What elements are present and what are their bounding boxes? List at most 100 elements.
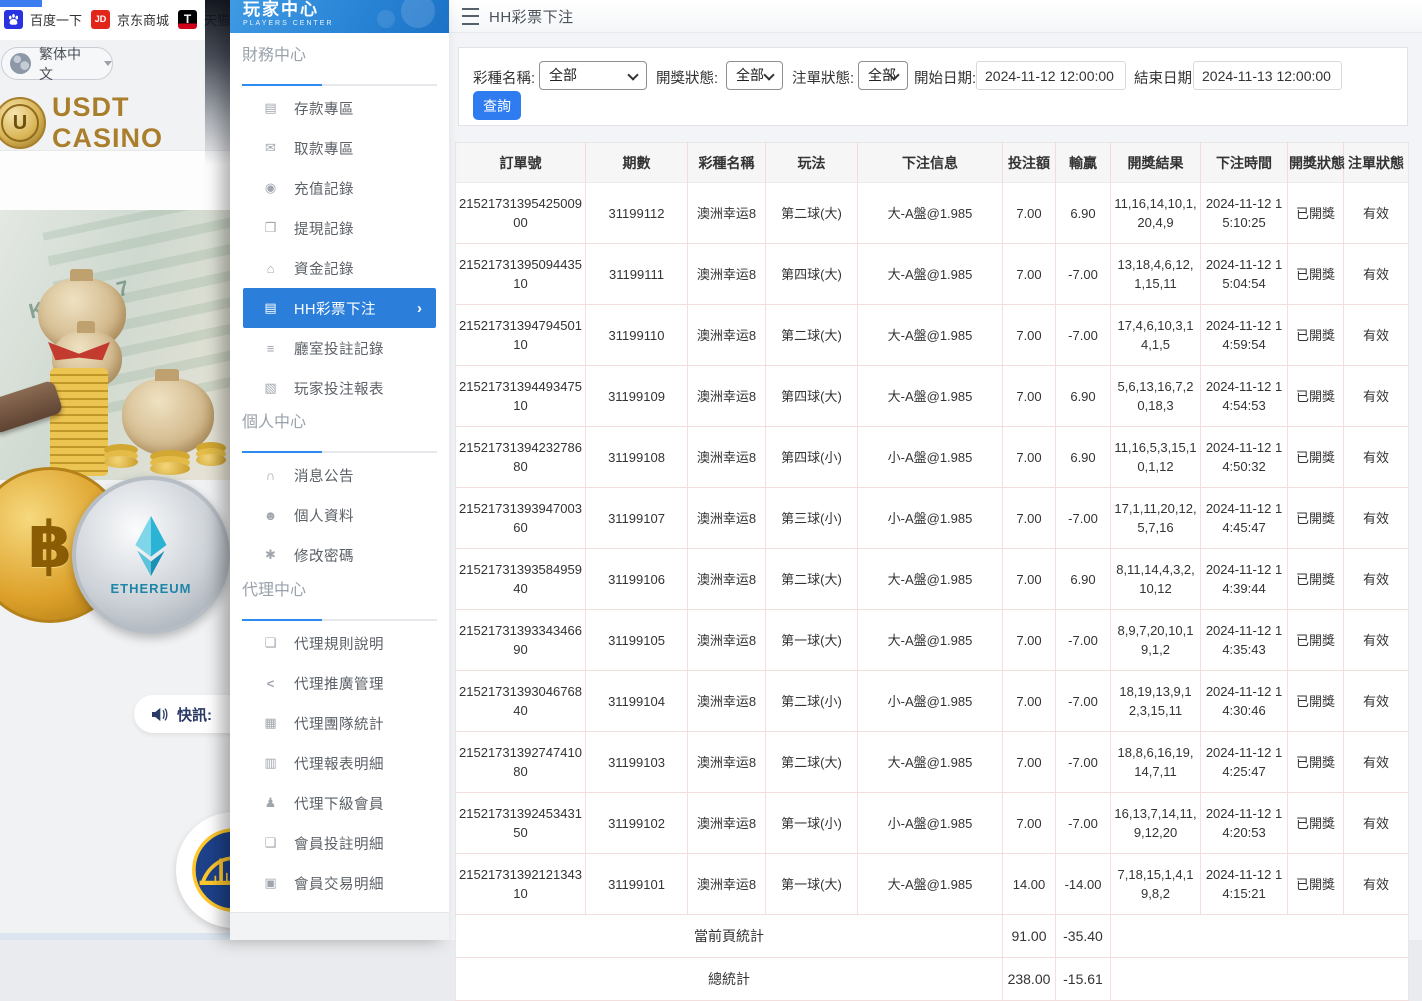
cell-draw-result: 8,9,7,20,10,19,1,2 bbox=[1111, 610, 1201, 671]
summary-amount: 91.00 bbox=[1003, 915, 1056, 958]
cell-bet-info: 大-A盤@1.985 bbox=[858, 366, 1003, 427]
cell-bet-amount: 7.00 bbox=[1003, 549, 1056, 610]
language-selector[interactable]: 繁体中文 bbox=[1, 47, 113, 80]
agent-report-icon bbox=[262, 755, 279, 771]
cell-bet-amount: 7.00 bbox=[1003, 305, 1056, 366]
order-status-label: 注單狀態: bbox=[792, 67, 854, 88]
summary-empty bbox=[1111, 915, 1409, 958]
section-divider bbox=[242, 451, 437, 453]
column-header: 下注時間 bbox=[1201, 143, 1288, 183]
cell-period: 31199101 bbox=[586, 854, 688, 915]
sidebar-menu-item[interactable]: 代理推廣管理 bbox=[243, 663, 436, 703]
sidebar-menu-item[interactable]: 會員交易明細 bbox=[243, 863, 436, 903]
cell-period: 31199102 bbox=[586, 793, 688, 854]
sidebar-menu-item[interactable]: 代理規則說明 bbox=[243, 623, 436, 663]
table-header-row: 訂單號期數彩種名稱玩法下注信息投注額輸贏開獎結果下注時間開獎狀態注單狀態 bbox=[456, 143, 1409, 183]
sidebar-menu-item[interactable]: 廳室投註記錄 bbox=[243, 328, 436, 368]
sidebar-menu-item[interactable]: 取款專區 bbox=[243, 128, 436, 168]
bet-record-row: 2152173139212134310 31199101 澳洲幸运8 第一球(大… bbox=[456, 854, 1409, 915]
cell-bet-time: 2024-11-12 14:30:46 bbox=[1201, 671, 1288, 732]
cell-win-loss: -14.00 bbox=[1056, 854, 1111, 915]
sidebar-menu-item[interactable]: 資金記錄 bbox=[243, 248, 436, 288]
query-button[interactable]: 查詢 bbox=[473, 91, 521, 120]
bookmark-label: 京东商城 bbox=[117, 10, 169, 29]
cell-bet-info: 大-A盤@1.985 bbox=[858, 854, 1003, 915]
cell-period: 31199104 bbox=[586, 671, 688, 732]
menu-item-label: 個人資料 bbox=[294, 505, 354, 526]
lottery-name-label: 彩種名稱: bbox=[473, 67, 535, 88]
usdt-coin-icon: U bbox=[0, 97, 46, 149]
cell-play-type: 第四球(小) bbox=[766, 427, 858, 488]
menu-item-label: 代理推廣管理 bbox=[294, 673, 384, 694]
withdraw-icon bbox=[262, 140, 279, 156]
sidebar-menu-item[interactable]: 個人資料 bbox=[243, 495, 436, 535]
cell-win-loss: 6.90 bbox=[1056, 366, 1111, 427]
sidebar-menu-item[interactable]: 充值記錄 bbox=[243, 168, 436, 208]
sidebar-menu-item[interactable]: 代理報表明細 bbox=[243, 743, 436, 783]
sidebar-menu-item[interactable]: 存款專區 bbox=[243, 88, 436, 128]
cell-order-no: 2152173139449347510 bbox=[456, 366, 586, 427]
money-bag-decoration bbox=[122, 378, 214, 456]
cell-draw-result: 5,6,13,16,7,20,18,3 bbox=[1111, 366, 1201, 427]
start-date-input[interactable] bbox=[976, 61, 1126, 90]
draw-status-select[interactable]: 全部 bbox=[726, 61, 783, 90]
sidebar-header: 玩家中心 PLAYERS CENTER bbox=[230, 0, 449, 33]
column-header: 彩種名稱 bbox=[688, 143, 766, 183]
cell-bet-info: 大-A盤@1.985 bbox=[858, 610, 1003, 671]
member-trade-icon bbox=[262, 875, 279, 891]
sidebar-menu-item[interactable]: 消息公告 bbox=[243, 455, 436, 495]
sidebar-menu-item[interactable]: 代理團隊統計 bbox=[243, 703, 436, 743]
cell-bet-info: 小-A盤@1.985 bbox=[858, 488, 1003, 549]
cell-bet-time: 2024-11-12 14:35:43 bbox=[1201, 610, 1288, 671]
menu-item-label: 玩家投注報表 bbox=[294, 378, 384, 399]
content-topbar: HH彩票下注 bbox=[449, 0, 1422, 33]
site-logo: U USDT CASINO bbox=[0, 95, 230, 151]
sidebar-section-personal: 個人中心 消息公告 個人資料 修改密碼 bbox=[230, 412, 449, 575]
sidebar-menu-item[interactable]: 會員投註明細 bbox=[243, 823, 436, 863]
sidebar-menu-item[interactable]: 修改密碼 bbox=[243, 535, 436, 575]
lottery-name-select[interactable]: 全部 bbox=[539, 61, 647, 90]
total-summary-row: 總統計 238.00 -15.61 bbox=[456, 958, 1409, 1001]
gold-coins-decoration bbox=[150, 462, 190, 475]
cell-bet-amount: 7.00 bbox=[1003, 427, 1056, 488]
start-date-label: 開始日期: bbox=[914, 67, 976, 88]
end-date-input[interactable] bbox=[1193, 61, 1342, 90]
hamburger-menu-icon[interactable] bbox=[462, 8, 479, 25]
cell-bet-info: 大-A盤@1.985 bbox=[858, 244, 1003, 305]
bookmark-baidu[interactable]: 百度一下 bbox=[4, 10, 82, 29]
brand-name: USDT CASINO bbox=[52, 92, 230, 154]
section-divider bbox=[242, 84, 437, 86]
section-divider bbox=[242, 619, 437, 621]
cell-win-loss: -7.00 bbox=[1056, 305, 1111, 366]
cell-order-no: 2152173139212134310 bbox=[456, 854, 586, 915]
sidebar-menu-item[interactable]: 代理下級會員 bbox=[243, 783, 436, 823]
summary-win-loss: -35.40 bbox=[1056, 915, 1111, 958]
news-marquee[interactable]: 快訊: bbox=[134, 695, 230, 733]
cell-play-type: 第二球(大) bbox=[766, 305, 858, 366]
cell-bet-time: 2024-11-12 14:25:47 bbox=[1201, 732, 1288, 793]
cell-bet-info: 小-A盤@1.985 bbox=[858, 427, 1003, 488]
sidebar-menu-item[interactable]: HH彩票下注 › bbox=[243, 288, 436, 328]
cell-bet-info: 小-A盤@1.985 bbox=[858, 793, 1003, 854]
cell-draw-status: 已開獎 bbox=[1288, 732, 1344, 793]
cell-order-status: 有效 bbox=[1344, 488, 1409, 549]
bet-record-row: 2152173139304676840 31199104 澳洲幸运8 第二球(小… bbox=[456, 671, 1409, 732]
bookmark-jd[interactable]: 京东商城 bbox=[91, 10, 169, 29]
sidebar-menu-item[interactable]: 提現記錄 bbox=[243, 208, 436, 248]
bet-record-row: 2152173139449347510 31199109 澳洲幸运8 第四球(大… bbox=[456, 366, 1409, 427]
cell-bet-amount: 14.00 bbox=[1003, 854, 1056, 915]
cell-win-loss: -7.00 bbox=[1056, 244, 1111, 305]
cell-draw-result: 17,1,11,20,12,5,7,16 bbox=[1111, 488, 1201, 549]
order-status-select[interactable]: 全部 bbox=[858, 61, 908, 90]
cell-bet-amount: 7.00 bbox=[1003, 244, 1056, 305]
cell-lottery-name: 澳洲幸运8 bbox=[688, 854, 766, 915]
cell-order-no: 2152173139334346690 bbox=[456, 610, 586, 671]
cell-draw-result: 13,18,4,6,12,1,15,11 bbox=[1111, 244, 1201, 305]
cell-bet-time: 2024-11-12 14:39:44 bbox=[1201, 549, 1288, 610]
sidebar-menu-item[interactable]: 玩家投注報表 bbox=[243, 368, 436, 408]
column-header: 開獎狀態 bbox=[1288, 143, 1344, 183]
cell-bet-amount: 7.00 bbox=[1003, 793, 1056, 854]
cell-draw-status: 已開獎 bbox=[1288, 488, 1344, 549]
deposit-icon bbox=[262, 100, 279, 116]
cell-period: 31199105 bbox=[586, 610, 688, 671]
